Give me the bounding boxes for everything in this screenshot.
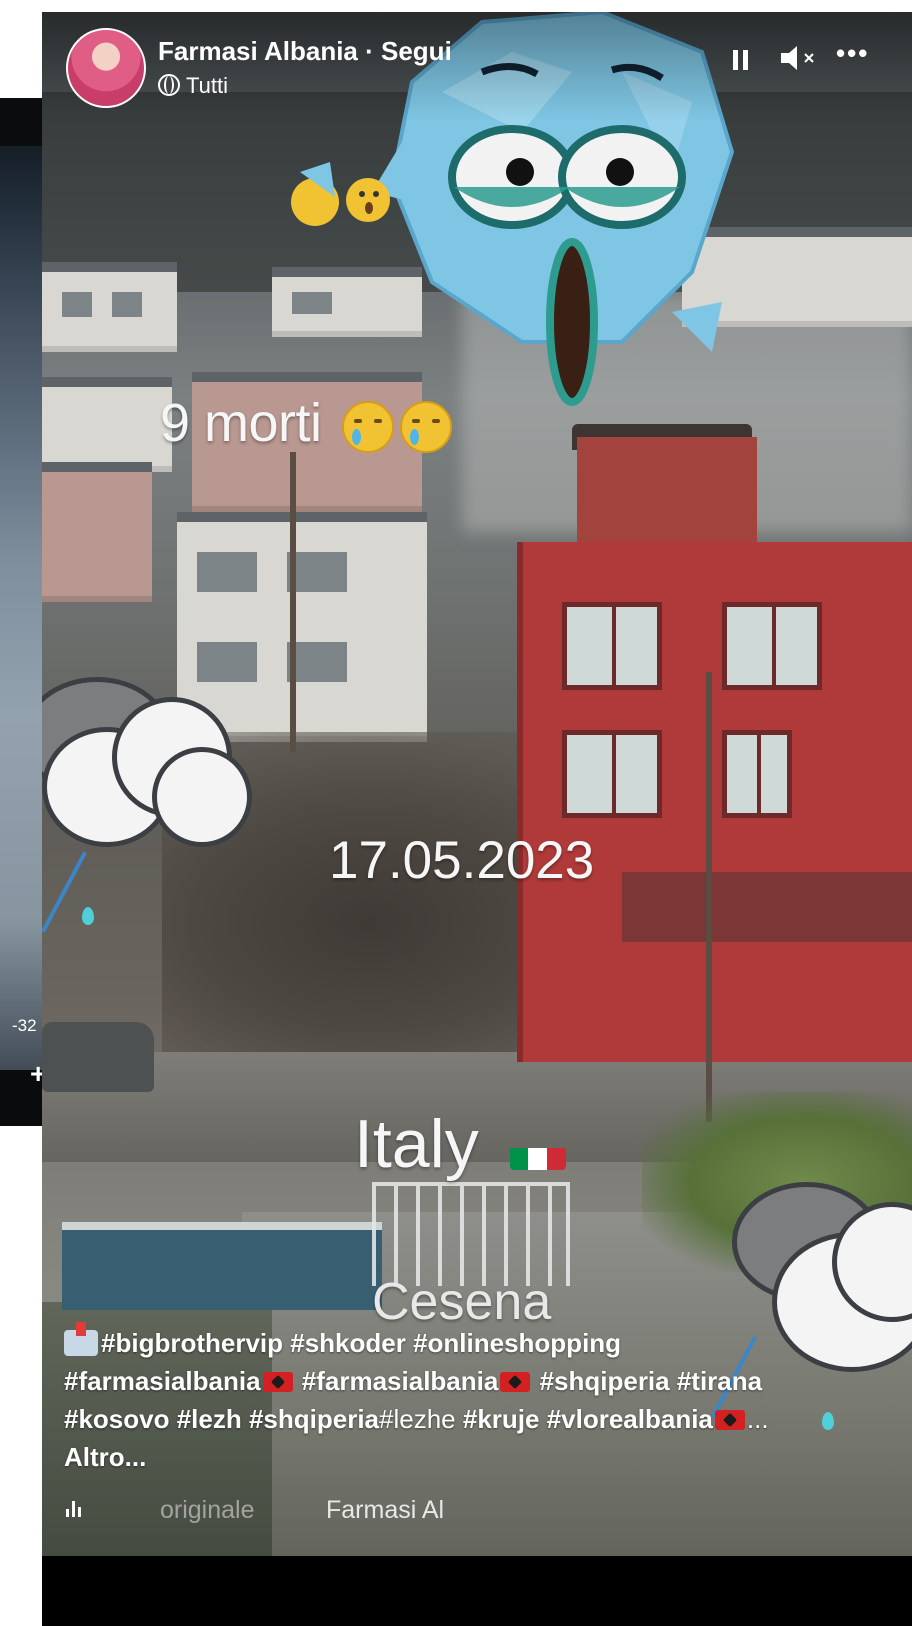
house <box>42 262 177 352</box>
caption-ellipsis: ... <box>746 1404 769 1434</box>
audio-row[interactable]: originale <box>64 1496 255 1525</box>
caption-hashtags[interactable]: #bigbrothervip #shkoder #onlineshopping <box>101 1328 621 1358</box>
railing <box>372 1182 570 1286</box>
pause-icon[interactable] <box>733 46 753 77</box>
date-overlay: 17.05.2023 <box>329 831 595 890</box>
avatar[interactable] <box>66 28 146 108</box>
inbox-tray-icon <box>64 1322 98 1356</box>
audience-label: Tutti <box>158 73 228 99</box>
crying-face-icon <box>400 400 453 453</box>
mute-icon[interactable] <box>779 44 819 72</box>
house <box>42 377 172 472</box>
page-name[interactable]: Farmasi Albania <box>158 36 358 66</box>
audio-artist[interactable]: Farmasi Al <box>326 1496 444 1525</box>
emoji-sticker-icon <box>291 162 390 226</box>
building-window <box>722 730 792 818</box>
caption-line: #farmasialbania #farmasialbania #shqiper… <box>64 1362 894 1400</box>
country-text: Italy <box>354 1106 479 1182</box>
albania-flag-icon <box>714 1410 745 1430</box>
caption-hashtags[interactable]: #shqiperia #tirana <box>532 1366 763 1396</box>
deaths-text: 9 morti <box>160 393 322 453</box>
italy-flag-icon <box>509 1128 566 1171</box>
house <box>42 462 152 602</box>
globe-icon <box>158 74 180 96</box>
utility-pole <box>290 452 296 752</box>
separator: · <box>357 36 381 66</box>
audio-wave-icon <box>64 1499 86 1521</box>
background-video-time: -32 <box>12 1016 37 1035</box>
city-overlay: Cesena <box>372 1273 552 1331</box>
caption-line: #kosovo #lezh #shqiperia#lezhe #kruje #v… <box>64 1400 894 1438</box>
audience-text: Tutti <box>186 73 228 98</box>
crying-face-icon <box>342 400 395 453</box>
building-balcony <box>622 872 912 942</box>
caption-hashtags[interactable]: #kosovo #lezh #shqiperia <box>64 1404 379 1434</box>
page-title[interactable]: Farmasi Albania · Segui <box>158 36 452 67</box>
caption-hashtags[interactable]: #kruje #vlorealbania <box>456 1404 713 1434</box>
building-window <box>562 730 662 818</box>
car <box>42 1022 154 1092</box>
caption-line: #bigbrothervip #shkoder #onlineshopping <box>64 1322 894 1362</box>
bottom-bar <box>42 1556 912 1626</box>
building-window <box>722 602 822 690</box>
country-overlay: Italy <box>354 1105 566 1183</box>
rain-cloud-sticker-icon <box>42 667 252 933</box>
audio-label[interactable]: originale <box>160 1496 255 1524</box>
albania-flag-icon <box>500 1372 531 1392</box>
follow-button[interactable]: Segui <box>381 36 452 66</box>
building-window <box>562 602 662 690</box>
see-more-link[interactable]: Altro... <box>64 1438 894 1476</box>
more-icon[interactable]: ••• <box>836 38 869 69</box>
utility-pole <box>706 672 712 1122</box>
caption-hashtags[interactable]: #lezhe <box>379 1404 456 1434</box>
caption-hashtags[interactable]: #farmasialbania <box>64 1366 261 1396</box>
bridge <box>62 1222 382 1310</box>
deaths-overlay: 9 morti <box>160 392 453 454</box>
caption-hashtags[interactable]: #farmasialbania <box>295 1366 499 1396</box>
post-caption: #bigbrothervip #shkoder #onlineshopping … <box>64 1322 894 1476</box>
albania-flag-icon <box>262 1372 293 1392</box>
